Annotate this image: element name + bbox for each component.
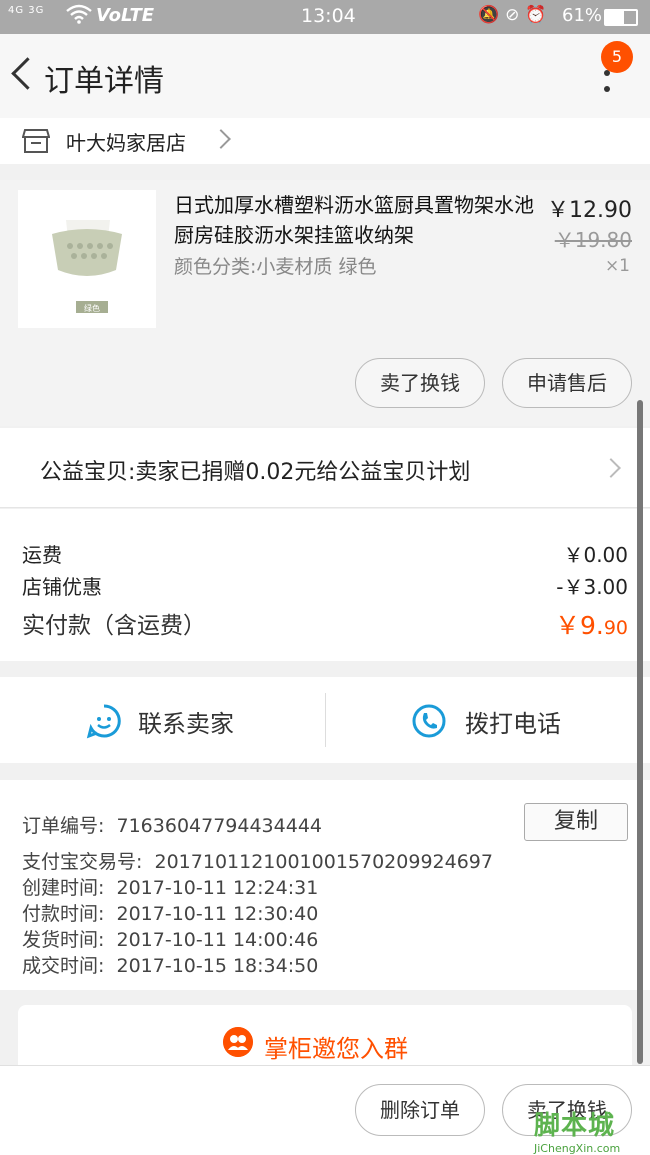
sell-button[interactable]: 卖了换钱 (355, 358, 485, 408)
signal-indicator: 4G 3G (8, 5, 45, 16)
alipay-row: 支付宝交易号: 2017101121001001570209924697 (22, 847, 493, 874)
after-sale-button[interactable]: 申请售后 (502, 358, 632, 408)
created-row: 创建时间: 2017-10-11 12:24:31 (22, 873, 318, 900)
wifi-icon (66, 4, 92, 29)
page-title: 订单详情 (44, 64, 164, 99)
drain-basket-image: 绿色 (18, 190, 156, 328)
watermark-logo: 脚本城 JiChengXin.com (534, 1111, 621, 1155)
group-invite-text: 掌柜邀您入群 (264, 1035, 408, 1063)
alipay-label: 支付宝交易号: (22, 851, 143, 873)
delete-order-button[interactable]: 删除订单 (355, 1084, 485, 1136)
closed-row: 成交时间: 2017-10-15 18:34:50 (22, 951, 318, 978)
shipping-value: ￥0.00 (563, 543, 628, 567)
paid-label: 付款时间: (22, 903, 105, 925)
product-quantity: ×1 (604, 256, 630, 276)
shop-icon (22, 129, 50, 153)
contact-seller-button[interactable]: 联系卖家 (138, 704, 234, 739)
charity-row[interactable]: 公益宝贝:卖家已捐赠0.02元给公益宝贝计划 (0, 428, 650, 508)
shop-row[interactable]: 叶大妈家居店 (0, 118, 650, 164)
shipped-label: 发货时间: (22, 929, 105, 951)
total-value: ￥9.90 (555, 606, 628, 642)
created-label: 创建时间: (22, 877, 105, 899)
battery-percent: 61% (562, 5, 603, 26)
app-header: 订单详情 5 (0, 34, 650, 118)
shipping-label: 运费 (22, 543, 62, 567)
discount-label: 店铺优惠 (22, 575, 102, 599)
closed-label: 成交时间: (22, 955, 105, 977)
group-invite-card[interactable]: 掌柜邀您入群 (18, 1005, 632, 1065)
shipped-row: 发货时间: 2017-10-11 14:00:46 (22, 925, 318, 952)
thumb-tag: 绿色 (84, 303, 100, 313)
total-label: 实付款（含运费） (22, 613, 206, 639)
total-value-main: ￥9. (554, 611, 604, 640)
paid-time: 2017-10-11 12:30:40 (116, 903, 319, 925)
status-time: 13:04 (301, 5, 356, 27)
group-icon (223, 1027, 253, 1057)
product-variant: 颜色分类:小麦材质 绿色 (174, 256, 377, 278)
order-info: 订单编号: 71636047794434444 复制 支付宝交易号: 20171… (0, 780, 650, 990)
product-original-price: ￥19.80 (554, 228, 632, 252)
volte-indicator: VoLTE (96, 5, 155, 26)
product-name[interactable]: 日式加厚水槽塑料沥水篮厨具置物架水池厨房硅胶沥水架挂篮收纳架 (174, 190, 534, 250)
chevron-right-icon (601, 458, 621, 478)
order-number-row: 订单编号: 71636047794434444 (22, 811, 322, 838)
discount-value: -￥3.00 (556, 575, 628, 599)
contact-bar: 联系卖家 拨打电话 (0, 677, 650, 763)
product-price: ￥12.90 (547, 198, 632, 223)
mute-icon: 🔕 (478, 5, 506, 25)
notification-badge: 5 (601, 41, 633, 73)
divider (325, 693, 326, 747)
rotation-lock-icon: ⊘ (505, 5, 526, 25)
call-phone-button[interactable]: 拨打电话 (465, 704, 561, 739)
status-bar: 4G 3G VoLTE 13:04 🔕⊘⏰ 61% (0, 0, 650, 34)
total-value-cents: 90 (603, 617, 628, 639)
alarm-icon: ⏰ (525, 5, 553, 25)
copy-button[interactable]: 复制 (524, 803, 628, 841)
alipay-number: 2017101121001001570209924697 (154, 851, 493, 873)
scrollbar[interactable] (637, 400, 643, 1064)
product-item[interactable]: 绿色 日式加厚水槽塑料沥水篮厨具置物架水池厨房硅胶沥水架挂篮收纳架 颜色分类:小… (0, 180, 650, 426)
order-number-label: 订单编号: (22, 815, 105, 837)
chevron-right-icon (211, 129, 231, 149)
phone-icon[interactable] (411, 703, 447, 739)
status-icons: 🔕⊘⏰ (478, 5, 553, 25)
created-time: 2017-10-11 12:24:31 (116, 877, 319, 899)
chat-bubble-icon[interactable] (86, 703, 122, 739)
closed-time: 2017-10-15 18:34:50 (116, 955, 319, 977)
charity-text: 公益宝贝:卖家已捐赠0.02元给公益宝贝计划 (40, 460, 471, 485)
fee-summary: 运费 ￥0.00 店铺优惠 -￥3.00 实付款（含运费） ￥9.90 (0, 509, 650, 661)
back-button[interactable] (8, 56, 38, 96)
order-number: 71636047794434444 (116, 815, 323, 837)
product-thumbnail[interactable]: 绿色 (18, 190, 156, 328)
shipped-time: 2017-10-11 14:00:46 (116, 929, 319, 951)
shop-name: 叶大妈家居店 (66, 131, 186, 155)
battery-icon (604, 9, 638, 26)
paid-row: 付款时间: 2017-10-11 12:30:40 (22, 899, 318, 926)
